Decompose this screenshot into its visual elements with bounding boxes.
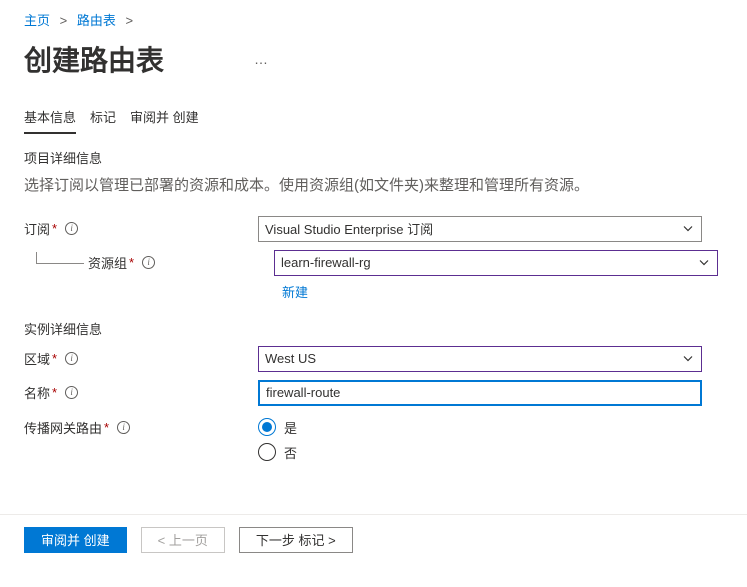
propagate-radio-group: 是 否: [258, 418, 297, 462]
required-asterisk: *: [52, 351, 57, 366]
tab-review-create[interactable]: 审阅并 创建: [130, 107, 199, 134]
instance-details-heading: 实例详细信息: [24, 319, 747, 338]
tab-tags[interactable]: 标记: [90, 107, 116, 134]
tab-basic[interactable]: 基本信息: [24, 107, 76, 134]
info-icon[interactable]: i: [117, 421, 130, 434]
previous-button: < 上一页: [141, 527, 225, 553]
breadcrumb-home[interactable]: 主页: [24, 13, 50, 28]
info-icon[interactable]: i: [142, 256, 155, 269]
resource-group-value: learn-firewall-rg: [281, 255, 371, 270]
tabs: 基本信息 标记 审阅并 创建: [24, 107, 747, 134]
create-new-resource-group-link[interactable]: 新建: [282, 282, 747, 301]
propagate-yes-radio[interactable]: [258, 418, 276, 436]
project-details-description: 选择订阅以管理已部署的资源和成本。使用资源组(如文件夹)来整理和管理所有资源。: [24, 175, 723, 198]
footer: 审阅并 创建 < 上一页 下一步 标记 >: [0, 514, 747, 565]
propagate-no-label: 否: [284, 443, 297, 462]
chevron-down-icon: [683, 221, 693, 236]
chevron-down-icon: [699, 255, 709, 270]
propagate-field: 传播网关路由 * i 是 否: [24, 418, 747, 462]
project-details-heading: 项目详细信息: [24, 148, 747, 167]
review-create-button[interactable]: 审阅并 创建: [24, 527, 127, 553]
subscription-field: 订阅 * i Visual Studio Enterprise 订阅: [24, 214, 747, 244]
name-value: firewall-route: [266, 385, 340, 400]
chevron-right-icon: >: [126, 13, 134, 28]
chevron-down-icon: [683, 351, 693, 366]
resource-group-select[interactable]: learn-firewall-rg: [274, 250, 718, 276]
subscription-value: Visual Studio Enterprise 订阅: [265, 219, 433, 238]
page-title: 创建路由表: [24, 39, 164, 79]
propagate-label: 传播网关路由: [24, 418, 102, 437]
chevron-right-icon: >: [60, 13, 68, 28]
region-value: West US: [265, 351, 316, 366]
region-select[interactable]: West US: [258, 346, 702, 372]
info-icon[interactable]: i: [65, 352, 78, 365]
next-button[interactable]: 下一步 标记 >: [239, 527, 353, 553]
more-actions-icon[interactable]: …: [254, 51, 269, 67]
subscription-label: 订阅: [24, 219, 50, 238]
name-input[interactable]: firewall-route: [258, 380, 702, 406]
required-asterisk: *: [52, 385, 57, 400]
indent-connector: [36, 252, 84, 264]
region-field: 区域 * i West US: [24, 344, 747, 374]
required-asterisk: *: [52, 221, 57, 236]
breadcrumb: 主页 > 路由表 >: [0, 8, 747, 33]
required-asterisk: *: [104, 420, 109, 435]
info-icon[interactable]: i: [65, 222, 78, 235]
required-asterisk: *: [129, 255, 134, 270]
resource-group-field: 资源组 * i learn-firewall-rg: [24, 248, 747, 278]
resource-group-label: 资源组: [88, 253, 127, 272]
region-label: 区域: [24, 349, 50, 368]
name-field: 名称 * i firewall-route: [24, 378, 747, 408]
name-label: 名称: [24, 383, 50, 402]
info-icon[interactable]: i: [65, 386, 78, 399]
subscription-select[interactable]: Visual Studio Enterprise 订阅: [258, 216, 702, 242]
propagate-no-radio[interactable]: [258, 443, 276, 461]
breadcrumb-route-tables[interactable]: 路由表: [77, 13, 116, 28]
propagate-yes-label: 是: [284, 418, 297, 437]
